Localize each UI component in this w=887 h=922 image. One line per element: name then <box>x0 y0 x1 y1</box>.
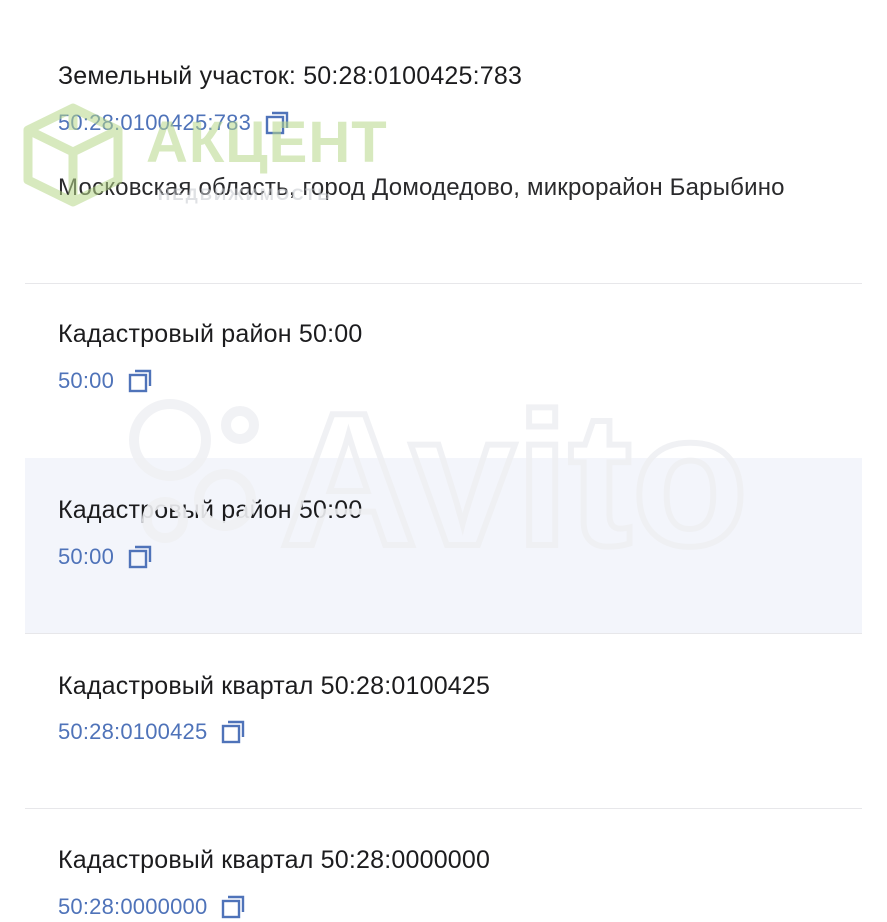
copy-icon[interactable] <box>126 543 154 571</box>
cadastral-code-link[interactable]: 50:28:0000000 <box>58 894 207 920</box>
item-title: Кадастровый район 50:00 <box>58 320 363 348</box>
cadastral-code-link[interactable]: 50:28:0100425 <box>58 719 207 745</box>
list-item-land-plot: Земельный участок: 50:28:0100425:783 50:… <box>25 0 862 283</box>
copy-icon[interactable] <box>219 718 247 746</box>
cadastral-code-link[interactable]: 50:00 <box>58 544 114 570</box>
item-title: Кадастровый квартал 50:28:0100425 <box>58 672 491 700</box>
cadastral-code-link[interactable]: 50:00 <box>58 368 114 394</box>
code-row: 50:28:0100425 <box>58 717 247 747</box>
code-row: 50:28:0100425:783 <box>58 108 291 138</box>
item-address: Московская область, город Домодедово, ми… <box>58 174 785 201</box>
list-item-cadastral-district: Кадастровый район 50:00 50:00 <box>25 458 862 633</box>
list-item-cadastral-quarter: Кадастровый квартал 50:28:0100425 50:28:… <box>25 634 862 808</box>
list-item-cadastral-quarter: Кадастровый квартал 50:28:0000000 50:28:… <box>25 809 862 920</box>
cadastral-code-link[interactable]: 50:28:0100425:783 <box>58 110 251 136</box>
copy-icon[interactable] <box>126 367 154 395</box>
copy-icon[interactable] <box>263 109 291 137</box>
code-row: 50:00 <box>58 366 154 396</box>
item-title: Кадастровый квартал 50:28:0000000 <box>58 846 491 874</box>
list-item-cadastral-district: Кадастровый район 50:00 50:00 <box>25 284 862 457</box>
item-title: Кадастровый район 50:00 <box>58 496 363 524</box>
copy-icon[interactable] <box>219 893 247 921</box>
code-row: 50:28:0000000 <box>58 892 247 922</box>
code-row: 50:00 <box>58 542 154 572</box>
item-title: Земельный участок: 50:28:0100425:783 <box>58 62 523 90</box>
